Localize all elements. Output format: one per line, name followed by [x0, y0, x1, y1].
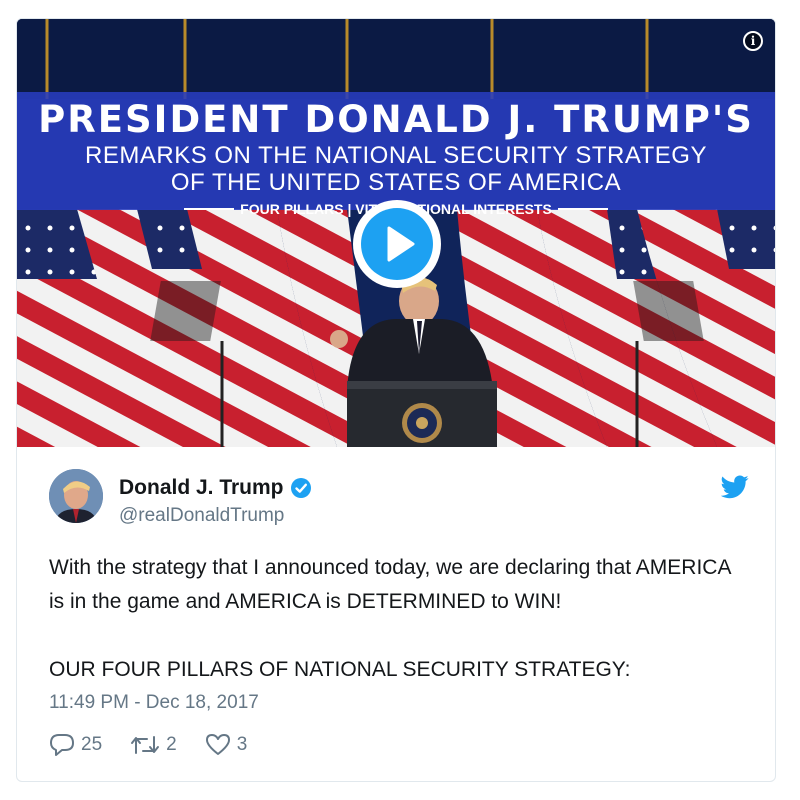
retweet-count: 2 [166, 734, 177, 755]
twitter-bird-icon[interactable] [721, 475, 749, 499]
tweet-text: With the strategy that I announced today… [49, 556, 731, 681]
like-count: 3 [236, 734, 248, 755]
banner-title: PRESIDENT DONALD J. TRUMP'S [38, 98, 754, 141]
banner-subtitle-line1: REMARKS ON THE NATIONAL SECURITY STRATEG… [85, 142, 707, 169]
author-name[interactable]: Donald J. Trump [119, 476, 284, 500]
video-title-banner: PRESIDENT DONALD J. TRUMP'S REMARKS ON T… [17, 92, 775, 217]
retweet-button[interactable]: 2 [130, 733, 177, 757]
tweet-card[interactable]: PRESIDENT DONALD J. TRUMP'S REMARKS ON T… [16, 18, 776, 782]
video-player[interactable]: PRESIDENT DONALD J. TRUMP'S REMARKS ON T… [17, 19, 775, 447]
avatar[interactable] [49, 469, 103, 523]
tweet-timestamp[interactable]: 11:49 PM - Dec 18, 2017 [49, 692, 259, 714]
verified-badge-icon [290, 478, 311, 498]
play-button[interactable] [353, 200, 441, 288]
arrow-left-icon [557, 208, 608, 210]
arrow-right-icon [184, 208, 235, 210]
tweet-actions: 25 2 3 [49, 733, 275, 757]
play-button-inner [361, 208, 433, 280]
info-icon[interactable]: i [743, 31, 763, 51]
tweet-header: Donald J. Trump @realDonaldTrump [49, 469, 749, 529]
avatar-image [49, 469, 103, 523]
author-name-row[interactable]: Donald J. Trump [119, 476, 312, 500]
author-handle[interactable]: @realDonaldTrump [119, 505, 284, 527]
banner-subtitle-line2: OF THE UNITED STATES OF AMERICA [170, 169, 622, 196]
like-button[interactable]: 3 [205, 733, 248, 757]
play-icon [387, 226, 415, 262]
retweet-icon [131, 736, 160, 754]
heart-icon [205, 734, 230, 755]
reply-count: 25 [81, 734, 103, 755]
reply-button[interactable]: 25 [49, 733, 102, 757]
reply-icon [50, 734, 74, 756]
